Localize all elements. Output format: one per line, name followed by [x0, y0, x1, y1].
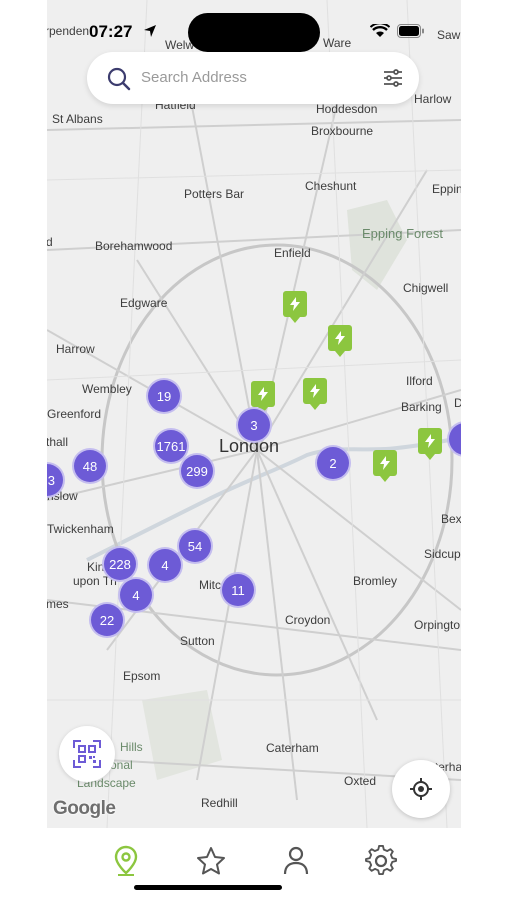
place-label: Potters Bar [184, 187, 245, 201]
qr-scan-button[interactable] [59, 726, 115, 782]
cluster-marker[interactable]: 299 [179, 453, 215, 489]
cluster-marker[interactable]: 19 [146, 378, 182, 414]
my-location-button[interactable] [392, 760, 450, 818]
place-label: Epping Forest [362, 226, 443, 241]
lightning-icon [380, 456, 390, 470]
status-time: 07:27 [89, 22, 133, 41]
place-label: Twickenham [47, 522, 114, 536]
cluster-marker[interactable]: 4 [118, 577, 154, 613]
place-label: Broxbourne [311, 124, 374, 138]
place-label: Harlow [414, 92, 452, 106]
place-label: Redhill [201, 796, 238, 810]
place-label: Croydon [285, 613, 331, 627]
place-label: Hoddesdon [316, 102, 378, 116]
star-icon [197, 847, 225, 875]
place-label: Sutton [180, 634, 215, 648]
search-input[interactable] [139, 68, 363, 87]
place-label: Bex [441, 512, 461, 526]
lightning-icon [425, 434, 435, 448]
charger-marker[interactable] [373, 450, 397, 476]
charger-marker[interactable] [283, 291, 307, 317]
dynamic-island [188, 13, 320, 52]
cluster-marker[interactable]: 3 [236, 407, 272, 443]
cluster-marker[interactable]: 4 [147, 547, 183, 583]
lightning-icon [335, 331, 345, 345]
battery-icon [397, 24, 424, 38]
tab-map[interactable] [109, 844, 143, 878]
tab-settings[interactable] [364, 844, 398, 878]
wifi-icon [370, 24, 390, 37]
cluster-marker[interactable]: 11 [220, 572, 256, 608]
lightning-icon [310, 384, 320, 398]
crosshair-icon [410, 778, 432, 800]
charger-marker[interactable] [418, 428, 442, 454]
place-label: Barking [401, 400, 442, 414]
google-attribution: Google [53, 798, 116, 819]
place-label: Hills [120, 740, 143, 754]
place-label: Cheshunt [305, 179, 357, 193]
place-label: Enfield [274, 246, 311, 260]
place-label: Edgware [120, 296, 168, 310]
place-label: Bromley [353, 574, 398, 588]
place-label: Mitc [199, 578, 221, 592]
gear-icon [365, 845, 397, 876]
map-pin-icon [114, 845, 138, 876]
search-icon [107, 67, 131, 91]
filter-icon[interactable] [383, 69, 403, 87]
place-label: Chigwell [403, 281, 449, 295]
place-label: Epsom [123, 669, 161, 683]
qr-code-icon [73, 740, 101, 768]
location-arrow-icon [144, 25, 156, 37]
cluster-marker[interactable]: 2 [315, 445, 351, 481]
place-label: Borehamwood [95, 239, 173, 253]
status-bar: 07:27 [47, 0, 461, 52]
place-label: Sidcup [424, 547, 461, 561]
tab-profile[interactable] [279, 844, 313, 878]
charger-marker[interactable] [328, 325, 352, 351]
cluster-marker[interactable]: 54 [177, 528, 213, 564]
place-label: Wembley [82, 382, 132, 396]
home-indicator [134, 885, 282, 890]
map-view[interactable]: rpenden Welw Ware Saw Hatfield Hoddesdon… [47, 0, 461, 828]
charger-marker[interactable] [251, 381, 275, 407]
place-label: Greenford [47, 407, 102, 421]
place-label: Harrow [56, 342, 95, 356]
cluster-marker[interactable]: 48 [72, 448, 108, 484]
search-bar[interactable] [87, 52, 419, 104]
place-label: Eppin [432, 182, 461, 196]
lightning-icon [258, 387, 268, 401]
app-screen: rpenden Welw Ware Saw Hatfield Hoddesdon… [47, 0, 461, 900]
place-label: Caterham [266, 741, 319, 755]
place-label: d [47, 235, 53, 249]
lightning-icon [290, 297, 300, 311]
place-label: mes [47, 597, 69, 611]
tab-favorites[interactable] [194, 844, 228, 878]
cluster-marker[interactable]: 22 [89, 602, 125, 638]
place-label: Ilford [406, 374, 433, 388]
place-label: Orpingto [414, 618, 461, 632]
place-label: thall [47, 435, 69, 449]
charger-marker[interactable] [303, 378, 327, 404]
place-label: Oxted [344, 774, 377, 788]
place-label: St Albans [52, 112, 103, 126]
place-label: D [454, 396, 461, 410]
user-icon [283, 846, 309, 875]
